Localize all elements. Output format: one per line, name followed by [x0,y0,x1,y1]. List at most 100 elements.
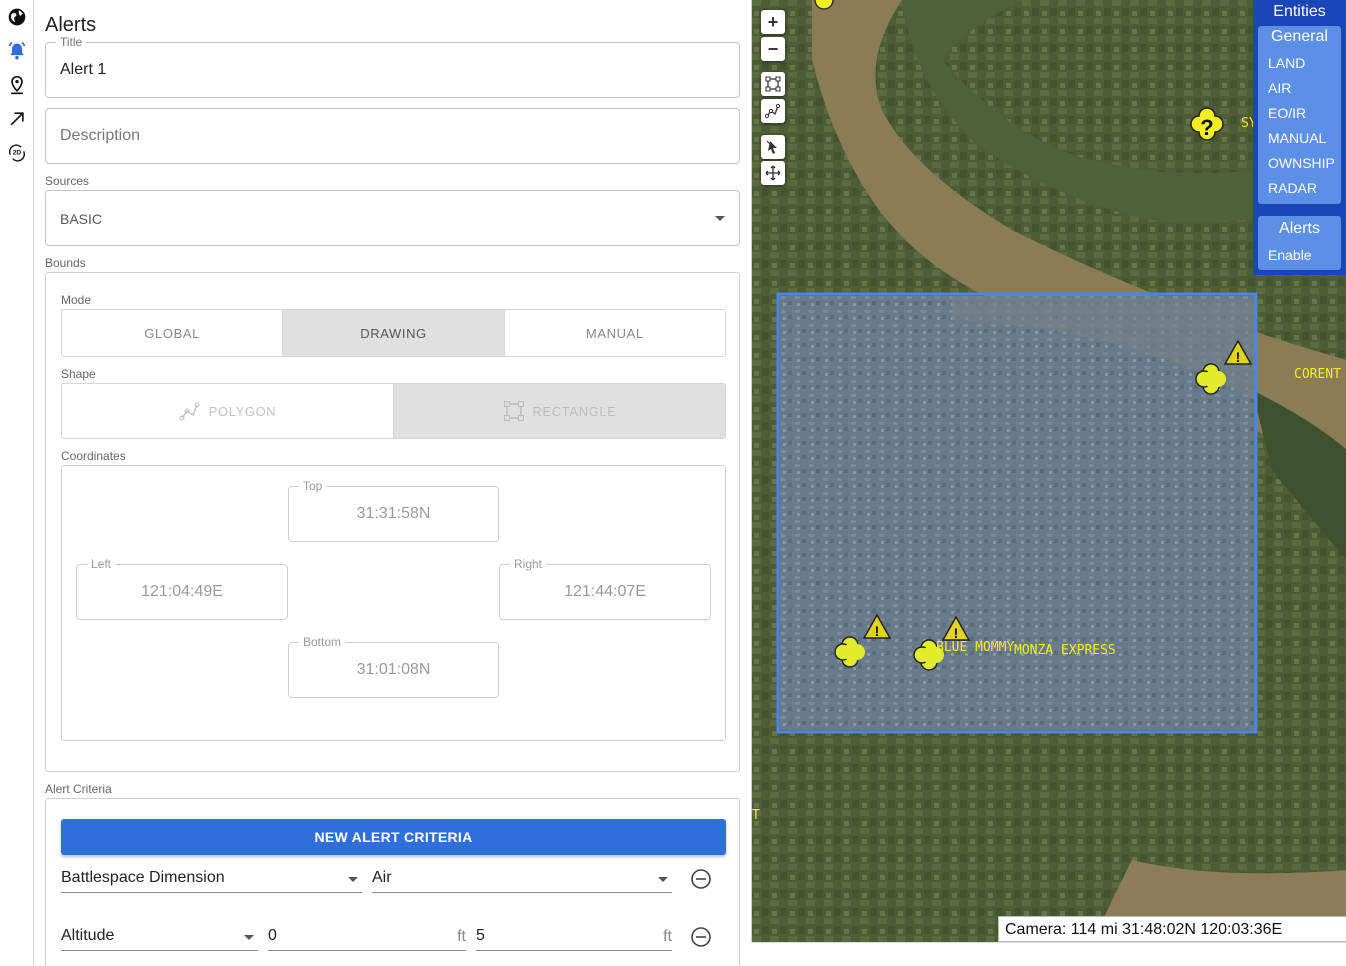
mode-label: Mode [61,293,92,307]
map-label-blue-mommy: BLUE MOMMY [936,640,1015,655]
altitude-min-input[interactable]: 0 ft [268,923,466,951]
left-coordinate-label: Left [87,557,116,571]
coordinates-section: Top 31:31:58N Left 121:04:49E Right 121:… [61,465,726,741]
shape-polygon-label: POLYGON [208,403,277,419]
altitude-max-unit: ft [663,928,672,945]
description-field[interactable]: Description [45,108,740,164]
page-title: Alerts [45,14,97,36]
title-field-label: Title [56,35,87,49]
entity-ownship[interactable]: OWNSHIP [1258,151,1341,176]
description-placeholder: Description [60,127,141,144]
arrow-up-right-icon[interactable] [6,108,28,130]
draw-polygon-button[interactable] [761,99,785,123]
chevron-down-icon [658,877,668,882]
entities-panel: Entities General LAND AIR EO/IR MANUAL O… [1253,0,1346,275]
select-tool-button[interactable] [761,135,785,159]
sources-label: Sources [45,174,90,188]
map-label-corent: CORENT [1294,367,1341,382]
bounds-section: Mode GLOBAL DRAWING MANUAL Shape POLYGON… [45,272,740,772]
alerts-enable[interactable]: Enable [1258,243,1341,268]
polygon-icon [179,402,200,421]
alerts-list: Enable [1258,243,1341,268]
mode-drawing-button[interactable]: DRAWING [283,310,505,356]
alerts-panel: Alerts Title Alert 1 Description Sources… [35,0,750,966]
shape-label: Shape [61,367,96,381]
chevron-down-icon [244,935,254,940]
remove-criterion-icon[interactable] [690,868,712,890]
right-coordinate-label: Right [510,557,547,571]
entity-manual[interactable]: MANUAL [1258,126,1341,151]
entity-eoir[interactable]: EO/IR [1258,101,1341,126]
dimension-value: Air [372,869,392,886]
altitude-select[interactable]: Altitude [61,923,258,951]
pointer-icon [766,140,777,154]
icon-rail: 2D [0,0,34,966]
remove-criterion-icon[interactable] [690,926,712,948]
bottom-coordinate-label: Bottom [299,635,346,649]
general-title: General [1271,28,1328,45]
2d-badge: 2D [13,150,22,157]
entities-title: Entities [1273,3,1326,20]
map-label-t: T [752,808,760,823]
location-pin-icon[interactable] [6,74,28,96]
sources-select[interactable]: BASIC [45,190,740,246]
2d-rotate-icon[interactable]: 2D [6,142,28,164]
altitude-max-value: 5 [476,927,485,944]
chevron-down-icon [715,216,725,221]
right-coordinate-field[interactable]: Right 121:44:07E [499,557,711,620]
pan-tool-button[interactable] [761,161,785,185]
altitude-min-value: 0 [268,927,277,944]
bell-icon[interactable] [6,40,28,62]
mode-toggle-group: GLOBAL DRAWING MANUAL [61,309,726,357]
polygon-icon [765,103,781,119]
alert-criteria-section: NEW ALERT CRITERIA Battlespace Dimension… [45,798,740,966]
bottom-coordinate-field[interactable]: Bottom 31:01:08N [288,635,499,698]
criterion-select[interactable]: Battlespace Dimension [61,865,362,893]
selection-rectangle [776,292,1258,734]
new-alert-criteria-button[interactable]: NEW ALERT CRITERIA [61,819,726,855]
dimension-select[interactable]: Air [372,865,672,893]
entity-radar[interactable]: RADAR [1258,176,1341,201]
shape-rectangle-label: RECTANGLE [532,403,617,419]
left-coordinate-field[interactable]: Left 121:04:49E [76,557,288,620]
top-coordinate-label: Top [299,479,327,493]
draw-rectangle-button[interactable] [761,72,785,96]
move-icon [765,165,781,181]
zoom-in-button[interactable]: + [761,10,785,34]
altitude-min-unit: ft [457,928,466,945]
chevron-down-icon [348,877,358,882]
left-coordinate-value: 121:04:49E [141,583,223,600]
shape-rectangle-button[interactable]: RECTANGLE [394,384,725,438]
alerts-title: Alerts [1279,220,1320,237]
map-label-monza-express: MONZA EXPRESS [1014,643,1116,658]
altitude-max-input[interactable]: 5 ft [476,923,672,951]
rectangle-icon [765,76,781,92]
general-group: General LAND AIR EO/IR MANUAL OWNSHIP RA… [1258,26,1341,204]
top-coordinate-value: 31:31:58N [356,505,431,522]
entity-air[interactable]: AIR [1258,76,1341,101]
map-footer [751,942,1346,966]
shape-polygon-button[interactable]: POLYGON [62,384,394,438]
title-field[interactable]: Title Alert 1 [45,35,740,98]
sources-value: BASIC [60,211,103,227]
altitude-criterion-value: Altitude [61,927,115,944]
alert-criteria-label: Alert Criteria [45,782,112,796]
right-coordinate-value: 121:44:07E [564,583,646,600]
shape-toggle-group: POLYGON RECTANGLE [61,383,726,439]
criterion-value: Battlespace Dimension [61,869,225,886]
camera-readout: Camera: 114 mi 31:48:02N 120:03:36E [998,916,1346,942]
rectangle-icon [503,401,524,421]
bottom-coordinate-value: 31:01:08N [356,661,431,678]
mode-global-button[interactable]: GLOBAL [62,310,284,356]
title-field-value: Alert 1 [60,61,107,78]
top-coordinate-field[interactable]: Top 31:31:58N [288,479,499,542]
globe-icon[interactable] [6,6,28,28]
coordinates-label: Coordinates [61,449,126,463]
entity-land[interactable]: LAND [1258,51,1341,76]
mode-manual-button[interactable]: MANUAL [504,310,725,356]
zoom-out-button[interactable]: − [761,37,785,61]
entity-list: LAND AIR EO/IR MANUAL OWNSHIP RADAR [1258,51,1341,201]
map-view[interactable]: ? ! ! ! SY CORENT BLUE MOMMY MONZA EXPRE… [751,0,1346,942]
alerts-group: Alerts Enable [1258,216,1341,270]
bounds-label: Bounds [45,256,86,270]
